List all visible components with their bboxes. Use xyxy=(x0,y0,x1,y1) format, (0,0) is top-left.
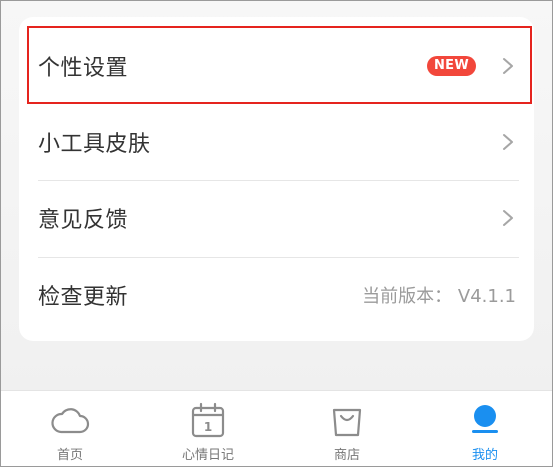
settings-item-label: 检查更新 xyxy=(38,285,129,310)
settings-item-feedback[interactable]: 意见反馈 xyxy=(19,180,534,256)
active-tab-indicator xyxy=(472,430,498,433)
settings-item-widget-skin[interactable]: 小工具皮肤 xyxy=(19,104,534,180)
version-text: 当前版本： V4.1.1 xyxy=(362,286,516,307)
new-badge: NEW xyxy=(427,56,476,76)
tab-label: 我的 xyxy=(471,448,498,463)
bottom-tab-bar: 首页 1 心情日记 商店 我的 xyxy=(1,390,552,466)
chevron-right-icon xyxy=(503,210,513,226)
tab-home[interactable]: 首页 xyxy=(1,391,139,467)
settings-item-label: 个性设置 xyxy=(38,56,129,81)
tab-label: 首页 xyxy=(56,448,83,463)
tab-store[interactable]: 商店 xyxy=(278,391,416,467)
tab-mood-diary[interactable]: 1 心情日记 xyxy=(139,391,277,467)
calendar-day-number: 1 xyxy=(204,420,212,434)
shopping-bag-icon xyxy=(332,408,362,437)
tab-label: 心情日记 xyxy=(181,448,234,463)
app-frame: 个性设置 NEW 小工具皮肤 意见反馈 检查更新 当前版本： V4.1.1 首页… xyxy=(1,1,552,466)
settings-item-check-update[interactable]: 检查更新 当前版本： V4.1.1 xyxy=(19,257,534,333)
divider xyxy=(38,180,519,181)
divider xyxy=(38,257,519,258)
tab-label: 商店 xyxy=(333,448,360,463)
settings-item-label: 小工具皮肤 xyxy=(38,132,151,157)
chevron-right-icon xyxy=(503,134,513,150)
tab-mine[interactable]: 我的 xyxy=(416,391,553,467)
calendar-icon: 1 xyxy=(191,402,225,438)
settings-item-personalize[interactable]: 个性设置 NEW xyxy=(19,28,534,104)
chevron-right-icon xyxy=(503,58,513,74)
cloud-icon xyxy=(51,408,90,434)
settings-item-label: 意见反馈 xyxy=(38,208,129,233)
settings-card: 个性设置 NEW 小工具皮肤 意见反馈 检查更新 当前版本： V4.1.1 xyxy=(19,17,534,341)
